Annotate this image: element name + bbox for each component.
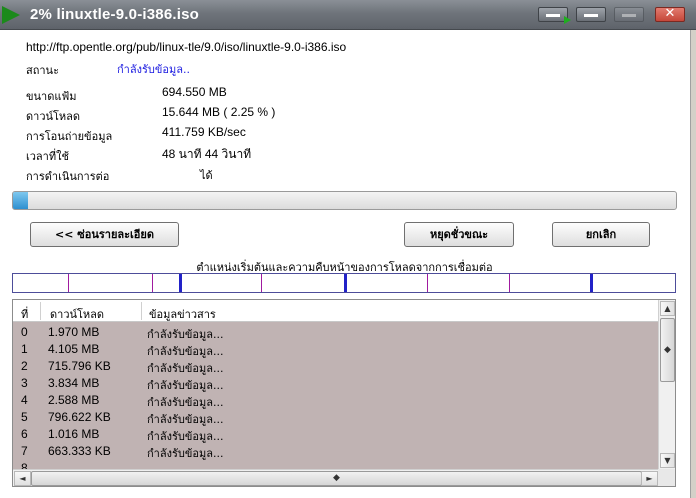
- download-progress-bar: [12, 191, 677, 210]
- row-downloaded: 663.333 KB: [48, 444, 111, 458]
- minimize-icon: [584, 14, 598, 17]
- close-button[interactable]: ✕: [655, 6, 685, 22]
- column-header-info[interactable]: ข้อมูลข่าวสาร: [149, 305, 216, 323]
- list-item[interactable]: 6 1.016 MB กำลังรับข้อมูล...: [13, 426, 659, 443]
- segment-marker: [590, 274, 593, 292]
- horizontal-scroll-thumb[interactable]: ◆: [31, 471, 642, 486]
- resume-label: การดำเนินการต่อ: [26, 170, 110, 183]
- list-header: ที่ ดาวน์โหลด ข้อมูลข่าวสาร: [13, 300, 659, 322]
- transfer-rate-label: การโอนถ่ายข้อมูล: [26, 130, 113, 143]
- column-header-number[interactable]: ที่: [21, 305, 28, 323]
- list-item[interactable]: 3 3.834 MB กำลังรับข้อมูล...: [13, 375, 659, 392]
- status-label: สถานะ: [26, 64, 59, 77]
- pause-button[interactable]: หยุดชั่วขณะ: [404, 222, 514, 247]
- segment-marker: [427, 274, 428, 292]
- title-bar[interactable]: 2% linuxtle-9.0-i386.iso ✕: [0, 0, 696, 30]
- row-downloaded: 796.622 KB: [48, 410, 111, 424]
- column-divider[interactable]: [40, 302, 41, 320]
- segment-marker: [179, 274, 182, 292]
- transfer-rate-value: 411.759 KB/sec: [162, 125, 246, 139]
- row-number: 4: [21, 393, 28, 407]
- row-number: 1: [21, 342, 28, 356]
- file-size-value: 694.550 MB: [162, 85, 227, 99]
- segment-marker: [509, 274, 510, 292]
- row-downloaded: 715.796 KB: [48, 359, 111, 373]
- minimize-bar-icon: [546, 14, 560, 17]
- scroll-down-icon[interactable]: ▼: [660, 453, 675, 468]
- column-header-downloaded[interactable]: ดาวน์โหลด: [50, 305, 104, 323]
- list-item[interactable]: 1 4.105 MB กำลังรับข้อมูล...: [13, 341, 659, 358]
- scroll-left-icon[interactable]: ◄: [14, 471, 31, 486]
- scroll-right-icon[interactable]: ►: [641, 471, 658, 486]
- downloaded-label: ดาวน์โหลด: [26, 110, 81, 123]
- cancel-button[interactable]: ยกเลิก: [552, 222, 650, 247]
- download-url: http://ftp.opentle.org/pub/linux-tle/9.0…: [26, 40, 347, 54]
- window-edge: [690, 30, 696, 498]
- row-number: 7: [21, 444, 28, 458]
- close-icon: ✕: [664, 6, 676, 21]
- list-item[interactable]: 7 663.333 KB กำลังรับข้อมูล...: [13, 443, 659, 460]
- connections-list[interactable]: ที่ ดาวน์โหลด ข้อมูลข่าวสาร 0 1.970 MB ก…: [12, 299, 676, 487]
- list-item[interactable]: 2 715.796 KB กำลังรับข้อมูล...: [13, 358, 659, 375]
- row-number: 6: [21, 427, 28, 441]
- connections-segment-bar: [12, 273, 676, 293]
- tray-arrow-icon: [564, 16, 571, 24]
- maximize-icon: [622, 14, 636, 17]
- vertical-scrollbar[interactable]: ▲ ◆ ▼: [658, 300, 675, 470]
- resume-value: ได้: [200, 169, 213, 182]
- segment-marker: [68, 274, 69, 292]
- time-used-value: 48 นาที 44 วินาที: [162, 147, 252, 161]
- status-value: กำลังรับข้อมูล..: [117, 63, 190, 76]
- row-number: 3: [21, 376, 28, 390]
- segment-marker: [261, 274, 262, 292]
- vertical-scroll-thumb[interactable]: ◆: [660, 318, 675, 382]
- row-number: 5: [21, 410, 28, 424]
- file-size-label: ขนาดแฟ้ม: [26, 90, 77, 103]
- row-downloaded: 1.970 MB: [48, 325, 100, 339]
- row-downloaded: 2.588 MB: [48, 393, 100, 407]
- horizontal-scrollbar[interactable]: ◄ ◆ ►: [13, 469, 659, 486]
- row-number: 2: [21, 359, 28, 373]
- list-item[interactable]: 4 2.588 MB กำลังรับข้อมูล...: [13, 392, 659, 409]
- maximize-button: [614, 7, 644, 22]
- row-downloaded: 4.105 MB: [48, 342, 100, 356]
- segment-marker: [152, 274, 153, 292]
- minimize-button[interactable]: [576, 7, 606, 22]
- time-used-label: เวลาที่ใช้: [26, 150, 69, 163]
- progress-fill: [13, 192, 28, 209]
- hide-details-button[interactable]: << ซ่อนรายละเอียด: [30, 222, 179, 247]
- column-divider[interactable]: [141, 302, 142, 320]
- row-downloaded: 1.016 MB: [48, 427, 100, 441]
- app-arrow-icon: [2, 6, 20, 24]
- list-item[interactable]: 5 796.622 KB กำลังรับข้อมูล...: [13, 409, 659, 426]
- window-title: 2% linuxtle-9.0-i386.iso: [30, 6, 200, 23]
- scrollbar-corner: [658, 469, 675, 486]
- segment-marker: [344, 274, 347, 292]
- row-downloaded: 3.834 MB: [48, 376, 100, 390]
- downloaded-value: 15.644 MB ( 2.25 % ): [162, 105, 276, 119]
- minimize-to-tray-button[interactable]: [538, 7, 571, 24]
- row-number: 0: [21, 325, 28, 339]
- scroll-up-icon[interactable]: ▲: [660, 301, 675, 316]
- list-item[interactable]: 0 1.970 MB กำลังรับข้อมูล...: [13, 324, 659, 341]
